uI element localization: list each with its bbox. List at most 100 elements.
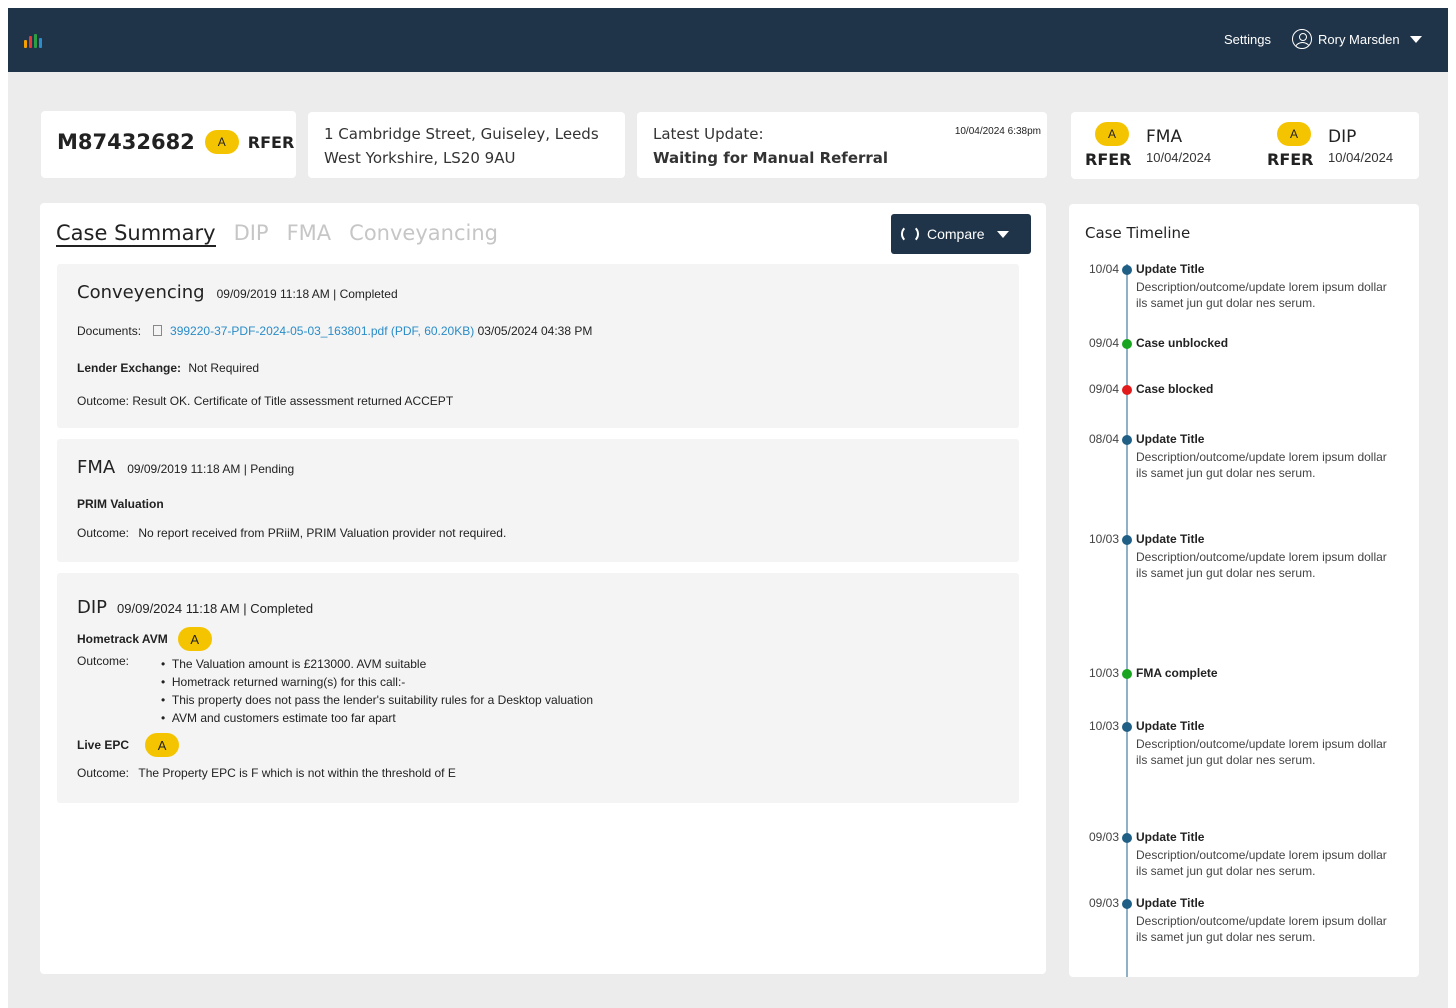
case-id-card: M87432682 A RFER: [41, 111, 296, 178]
outcome-value: No report received from PRiiM, PRIM Valu…: [138, 526, 507, 540]
lender-exchange-label: Lender Exchange:: [77, 361, 182, 375]
status-badge: A: [145, 733, 180, 757]
user-menu[interactable]: Rory Marsden: [1292, 29, 1422, 49]
status-summary-card: A RFER FMA 10/04/2024 A RFER DIP 10/04/2…: [1071, 112, 1419, 179]
timeline-desc: Description/outcome/update lorem ipsum d…: [1136, 450, 1387, 480]
compare-label: Compare: [927, 226, 985, 242]
case-status: RFER: [247, 132, 295, 152]
status-name: FMA: [1146, 127, 1183, 147]
latest-update-card: Latest Update: Waiting for Manual Referr…: [637, 112, 1047, 178]
timeline-dot: [1122, 833, 1132, 843]
timeline-dot: [1122, 722, 1132, 732]
status-label: RFER: [1085, 150, 1132, 169]
section-meta: 09/09/2019 11:18 AM | Completed: [216, 287, 398, 301]
status-badge: A: [177, 627, 212, 651]
conveyencing-section: Conveyencing 09/09/2019 11:18 AM | Compl…: [57, 264, 1019, 428]
tab-dip[interactable]: DIP: [234, 221, 269, 247]
chevron-down-icon: [1409, 35, 1422, 43]
app-frame: Settings Rory Marsden M87432682 A RFER 1…: [8, 8, 1448, 1008]
tab-case-summary[interactable]: Case Summary: [56, 221, 216, 247]
documents-label: Documents:: [77, 324, 142, 338]
timeline-title-text: Update Title: [1136, 262, 1205, 276]
timeline-desc: Description/outcome/update lorem ipsum d…: [1136, 848, 1387, 878]
outcome-label: Outcome:: [77, 526, 130, 540]
timeline-desc: Description/outcome/update lorem ipsum d…: [1136, 280, 1387, 310]
timeline-date: 08/04: [1088, 432, 1119, 446]
live-epc-label: Live EPC: [77, 738, 130, 752]
user-icon: [1292, 29, 1312, 49]
tab-fma[interactable]: FMA: [287, 221, 332, 247]
outcome-label: Outcome:: [77, 654, 130, 668]
dip-section: DIP 09/09/2024 11:18 AM | Completed Home…: [57, 573, 1019, 803]
timeline-dot: [1122, 339, 1132, 349]
status-badge: A: [1095, 122, 1129, 146]
top-navbar: Settings Rory Marsden: [8, 8, 1448, 72]
tab-conveyancing[interactable]: Conveyancing: [349, 221, 498, 247]
timeline-date: 10/03: [1088, 532, 1119, 546]
logo-icon[interactable]: [24, 32, 44, 48]
fma-section: FMA 09/09/2019 11:18 AM | Pending PRIM V…: [57, 439, 1019, 562]
section-title: FMA: [77, 457, 116, 478]
timeline-date: 10/03: [1088, 666, 1119, 680]
case-id: M87432682: [57, 130, 195, 154]
case-timeline-panel: Case Timeline 10/04 Update Title Descrip…: [1069, 204, 1419, 977]
section-title: Conveyencing: [77, 282, 205, 303]
timeline-title-text: Update Title: [1136, 532, 1205, 546]
timeline-desc: Description/outcome/update lorem ipsum d…: [1136, 737, 1387, 767]
timeline-desc: Description/outcome/update lorem ipsum d…: [1136, 914, 1387, 944]
timeline-title-text: Case unblocked: [1136, 336, 1229, 350]
outcome-label: Outcome:: [77, 766, 130, 780]
document-icon: [153, 325, 163, 336]
address-line2: West Yorkshire, LS20 9AU: [324, 149, 516, 167]
compare-button[interactable]: Compare: [891, 214, 1031, 254]
timeline-date: 09/03: [1088, 896, 1119, 910]
status-badge: A: [1277, 122, 1311, 146]
timeline-dot: [1122, 535, 1132, 545]
section-meta: 09/09/2024 11:18 AM | Completed: [117, 601, 314, 616]
section-meta: 09/09/2019 11:18 AM | Pending: [127, 462, 295, 476]
timeline-dot: [1122, 435, 1132, 445]
timeline-date: 09/04: [1088, 336, 1119, 350]
chevron-down-icon: [996, 230, 1009, 238]
timeline-dot: [1122, 669, 1132, 679]
tab-bar: Case Summary DIP FMA Conveyancing: [56, 221, 498, 247]
prim-valuation-label: PRIM Valuation: [77, 497, 164, 511]
document-link[interactable]: 399220-37-PDF-2024-05-03_163801.pdf (PDF…: [170, 324, 474, 338]
case-summary-panel: Case Summary DIP FMA Conveyancing Compar…: [40, 203, 1046, 974]
outcome-value: The Property EPC is F which is not withi…: [138, 766, 456, 780]
document-date: 03/05/2024 04:38 PM: [477, 324, 593, 338]
timeline-title-text: Update Title: [1136, 719, 1205, 733]
section-title: DIP: [77, 597, 108, 618]
timeline-title-text: Update Title: [1136, 896, 1205, 910]
user-name: Rory Marsden: [1318, 31, 1400, 47]
list-item: • This property does not pass the lender…: [161, 693, 594, 707]
lender-exchange-value: Not Required: [188, 361, 260, 375]
status-date: 10/04/2024: [1146, 150, 1212, 165]
list-item: • Hometrack returned warning(s) for this…: [161, 675, 406, 689]
address-line1: 1 Cambridge Street, Guiseley, Leeds: [324, 125, 599, 143]
latest-update-value: Waiting for Manual Referral: [653, 149, 889, 167]
list-item: • AVM and customers estimate too far apa…: [161, 711, 396, 725]
timeline-title-text: Update Title: [1136, 830, 1205, 844]
status-label: RFER: [1267, 150, 1314, 169]
timeline-date: 09/04: [1088, 382, 1119, 396]
timeline-title-text: Update Title: [1136, 432, 1205, 446]
timeline-title-text: Case blocked: [1136, 382, 1214, 396]
timeline-line: [1126, 264, 1128, 977]
status-badge: A: [204, 130, 239, 154]
status-name: DIP: [1328, 127, 1357, 147]
sync-icon: [901, 225, 919, 243]
address-card: 1 Cambridge Street, Guiseley, Leeds West…: [308, 112, 625, 178]
timeline-title: Case Timeline: [1085, 224, 1191, 242]
timeline-title-text: FMA complete: [1136, 666, 1218, 680]
timeline-date: 10/04: [1088, 262, 1119, 276]
latest-update-label: Latest Update:: [653, 125, 764, 143]
timeline-dot: [1122, 265, 1132, 275]
status-date: 10/04/2024: [1328, 150, 1394, 165]
timeline-desc: Description/outcome/update lorem ipsum d…: [1136, 550, 1387, 580]
timeline-date: 09/03: [1088, 830, 1119, 844]
list-item: • The Valuation amount is £213000. AVM s…: [161, 657, 427, 671]
hometrack-label: Hometrack AVM: [77, 632, 168, 646]
latest-update-timestamp: 10/04/2024 6:38pm: [954, 126, 1041, 137]
settings-link[interactable]: Settings: [1224, 32, 1271, 47]
